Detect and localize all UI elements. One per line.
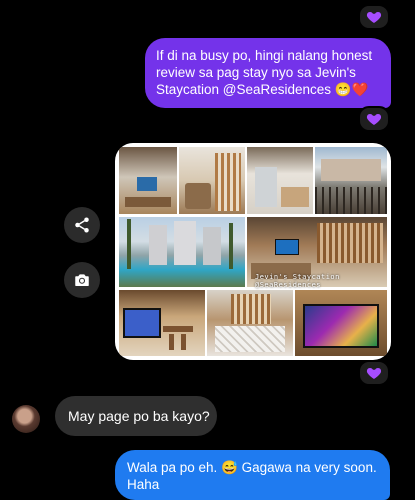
photo-game-room[interactable] xyxy=(295,290,387,356)
photo-balcony-view[interactable] xyxy=(315,147,387,214)
photo-kitchen[interactable] xyxy=(247,147,313,214)
reaction-badge[interactable] xyxy=(358,360,390,386)
purple-heart-icon xyxy=(366,368,382,379)
photo-wood-slats[interactable] xyxy=(179,147,245,214)
purple-heart-icon xyxy=(366,12,382,23)
photo-bedroom[interactable] xyxy=(207,290,293,356)
sent-message-bubble[interactable]: Wala pa po eh. 😅 Gagawa na very soon. Ha… xyxy=(115,450,390,500)
save-photo-button[interactable] xyxy=(64,262,100,298)
share-button[interactable] xyxy=(64,207,100,243)
share-icon xyxy=(75,217,89,233)
photo-dining[interactable] xyxy=(119,290,205,356)
photo-living-room[interactable] xyxy=(119,147,177,214)
message-text: Wala pa po eh. 😅 Gagawa na very soon. Ha… xyxy=(127,460,377,492)
received-message-bubble[interactable]: May page po ba kayo? xyxy=(55,396,217,436)
sent-message-bubble[interactable]: If di na busy po, hingi nalang honest re… xyxy=(145,38,391,108)
message-text: May page po ba kayo? xyxy=(68,408,210,424)
camera-icon xyxy=(75,274,89,286)
message-text: If di na busy po, hingi nalang honest re… xyxy=(156,48,373,97)
purple-heart-icon xyxy=(366,114,382,125)
photo-collage[interactable]: Jevin's Staycation @SeaResidences xyxy=(115,143,391,360)
photo-pool[interactable] xyxy=(119,217,245,287)
contact-avatar[interactable] xyxy=(12,405,40,433)
reaction-badge[interactable] xyxy=(358,106,390,132)
collage-watermark: Jevin's Staycation @SeaResidences xyxy=(255,273,340,289)
reaction-badge[interactable] xyxy=(358,4,390,30)
